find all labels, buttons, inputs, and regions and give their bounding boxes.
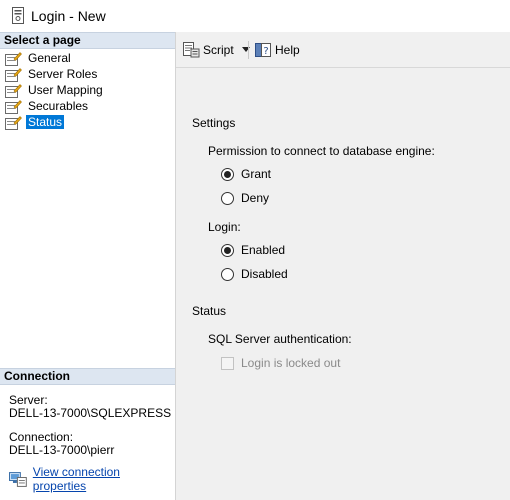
grant-radio[interactable] <box>221 167 234 181</box>
grant-radio-option[interactable]: Grant <box>221 167 271 181</box>
connection-header: Connection <box>0 368 175 385</box>
login-label: Login: <box>208 220 241 234</box>
page-item-securables[interactable]: Securables <box>0 98 175 114</box>
connection-info: Server: DELL-13-7000\SQLEXPRESS Connecti… <box>9 394 174 457</box>
page-list: General Server Roles User Mapping Secura… <box>0 50 175 130</box>
help-button[interactable]: ? Help <box>254 40 300 60</box>
wrench-page-icon <box>5 83 22 98</box>
page-item-label: Securables <box>28 99 89 113</box>
view-connection-properties-label: View connection properties <box>32 465 120 493</box>
permission-label: Permission to connect to database engine… <box>208 144 435 158</box>
page-item-user-mapping[interactable]: User Mapping <box>0 82 175 98</box>
sql-auth-label: SQL Server authentication: <box>208 332 352 346</box>
deny-label: Deny <box>241 191 270 205</box>
select-page-header: Select a page <box>0 32 175 49</box>
settings-section-title: Settings <box>192 116 236 130</box>
window-title: Login - New <box>31 8 106 24</box>
wrench-page-icon <box>5 51 22 66</box>
status-section-title: Status <box>192 304 227 318</box>
toolbar: Script ? Help <box>176 32 510 68</box>
wrench-page-icon <box>5 99 22 114</box>
login-locked-out-label: Login is locked out <box>241 356 341 370</box>
page-item-label: General <box>28 51 71 65</box>
help-book-icon: ? <box>255 43 271 57</box>
enabled-radio[interactable] <box>221 243 234 257</box>
right-pane: Script ? Help Settings Permission to con… <box>176 32 510 500</box>
page-item-status[interactable]: Status <box>0 114 175 130</box>
page-item-label: Server Roles <box>28 67 98 81</box>
page-item-label: User Mapping <box>28 83 103 97</box>
enabled-radio-option[interactable]: Enabled <box>221 243 285 257</box>
toolbar-separator <box>248 41 249 59</box>
deny-radio[interactable] <box>221 191 234 205</box>
script-button[interactable]: Script <box>182 40 250 60</box>
connection-value: DELL-13-7000\pierr <box>9 443 115 457</box>
grant-label: Grant <box>241 167 272 181</box>
connection-properties-icon <box>9 472 27 487</box>
login-locked-out-option: Login is locked out <box>221 356 340 370</box>
left-pane: Select a page General Server Roles User … <box>0 32 176 500</box>
status-page-content: Settings Permission to connect to databa… <box>176 69 510 499</box>
script-icon <box>183 42 200 58</box>
disabled-label: Disabled <box>241 267 288 281</box>
wrench-page-icon <box>5 67 22 82</box>
page-item-label: Status <box>26 115 65 129</box>
server-value: DELL-13-7000\SQLEXPRESS <box>9 406 172 420</box>
deny-radio-option[interactable]: Deny <box>221 191 269 205</box>
login-document-icon <box>12 7 24 24</box>
help-label: Help <box>275 43 300 57</box>
wrench-page-icon <box>5 115 22 130</box>
script-label: Script <box>203 43 234 57</box>
login-locked-out-checkbox <box>221 356 234 370</box>
enabled-label: Enabled <box>241 243 286 257</box>
disabled-radio[interactable] <box>221 267 234 281</box>
svg-text:?: ? <box>263 46 268 57</box>
title-bar: Login - New <box>0 0 510 32</box>
page-item-general[interactable]: General <box>0 50 175 66</box>
disabled-radio-option[interactable]: Disabled <box>221 267 288 281</box>
view-connection-properties-link[interactable]: View connection properties <box>9 465 175 493</box>
page-item-server-roles[interactable]: Server Roles <box>0 66 175 82</box>
